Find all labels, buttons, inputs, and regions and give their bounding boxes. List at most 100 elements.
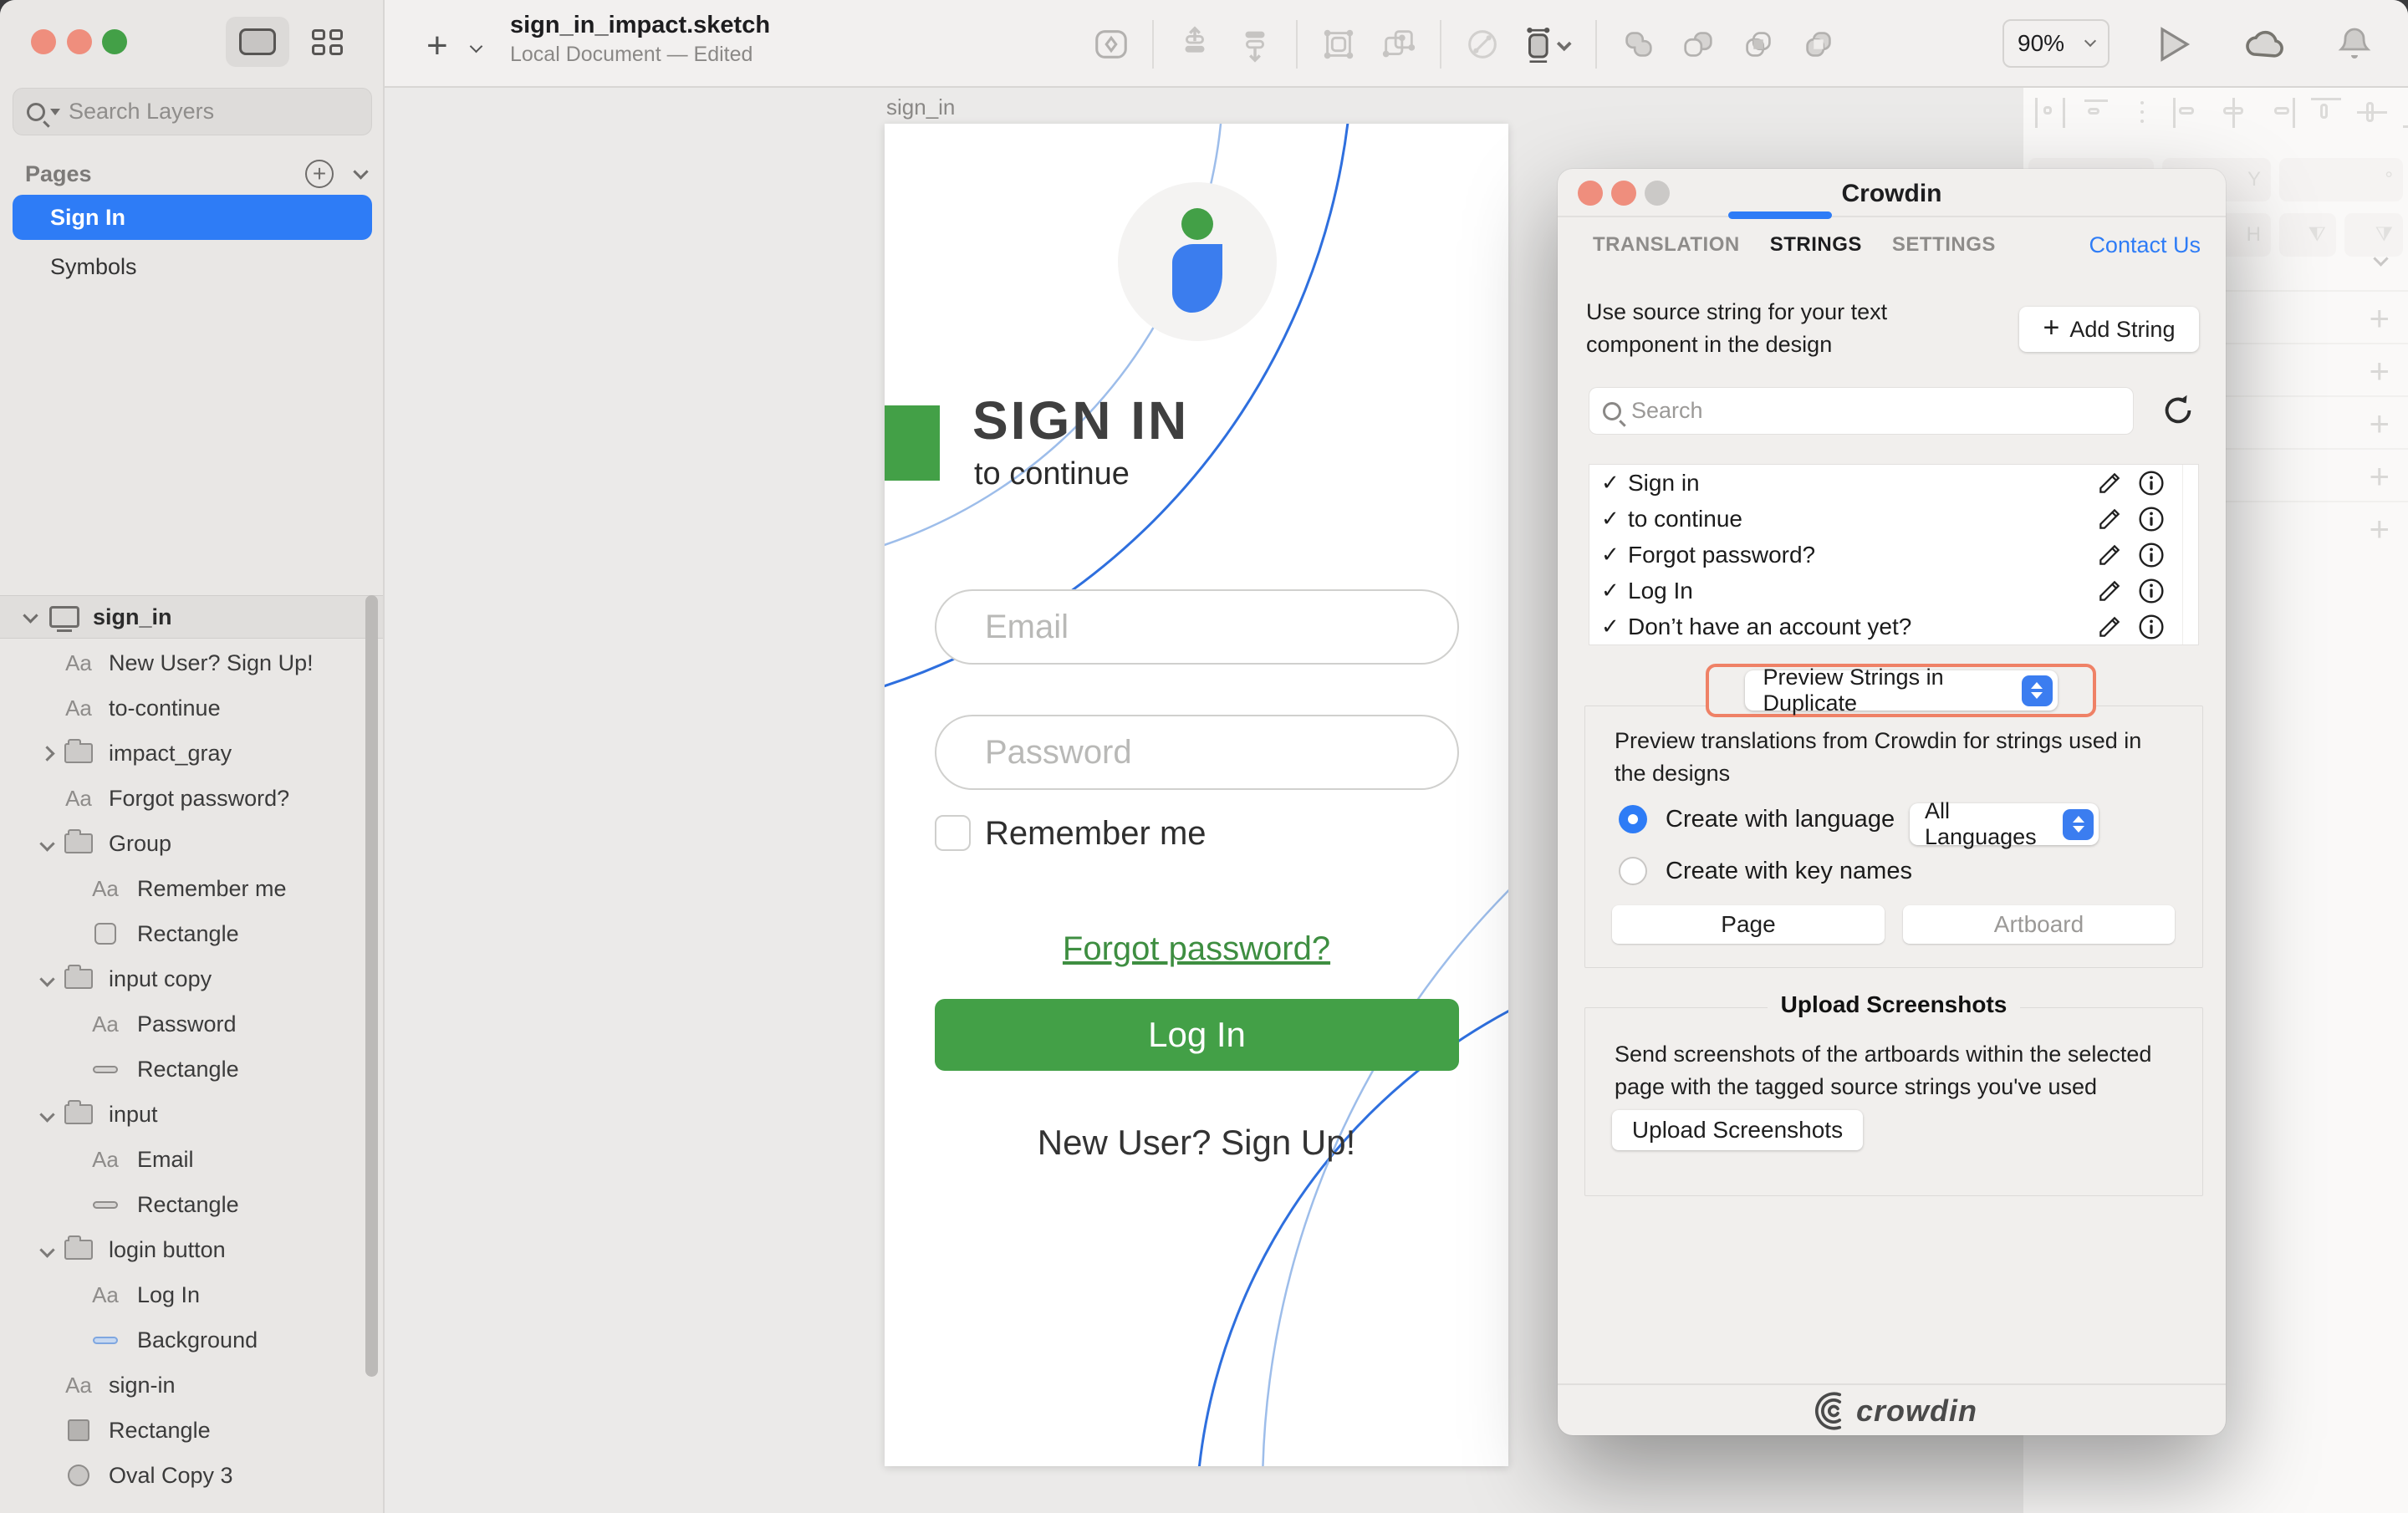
layer-row[interactable]: login button [0, 1227, 383, 1272]
distribute-vertically-icon[interactable] [2081, 98, 2111, 128]
insert-button[interactable]: + [426, 25, 448, 67]
boolean-difference-icon[interactable] [1799, 25, 1838, 64]
add-style-button[interactable]: + [2369, 351, 2390, 391]
layer-row[interactable]: Rectangle [0, 1047, 383, 1092]
layer-row[interactable]: AaRemember me [0, 866, 383, 911]
source-string-row[interactable]: ✓Forgot password? [1589, 537, 2198, 573]
edit-string-icon[interactable] [2096, 578, 2123, 604]
string-info-icon[interactable] [2138, 542, 2165, 568]
email-field[interactable]: Email [935, 589, 1459, 665]
add-string-button[interactable]: + Add String [2019, 307, 2199, 352]
log-in-button[interactable]: Log In [935, 999, 1459, 1071]
cloud-share-button[interactable] [2242, 28, 2286, 61]
create-with-language-radio[interactable] [1619, 805, 1647, 833]
all-languages-dropdown[interactable]: All Languages [1910, 803, 2099, 845]
scale-tool-icon[interactable] [1523, 25, 1574, 64]
tab-translation[interactable]: TRANSLATION [1593, 233, 1740, 257]
plugin-search-input[interactable]: Search [1589, 387, 2134, 435]
add-style-button[interactable]: + [2369, 509, 2390, 549]
align-left-icon[interactable] [2173, 98, 2203, 128]
string-info-icon[interactable] [2138, 614, 2165, 640]
source-string-row[interactable]: ✓Sign in [1589, 465, 2198, 501]
align-top-icon[interactable] [2311, 98, 2341, 128]
password-field[interactable]: Password [935, 715, 1459, 790]
refresh-strings-button[interactable] [2159, 391, 2197, 430]
layer-row[interactable]: AaNew User? Sign Up! [0, 640, 383, 685]
layer-row[interactable]: Aato-continue [0, 685, 383, 731]
layer-row[interactable]: Aasign-in [0, 1363, 383, 1408]
artboard-button[interactable]: Artboard [1903, 905, 2175, 944]
string-info-icon[interactable] [2138, 578, 2165, 604]
upload-screenshots-button[interactable]: Upload Screenshots [1612, 1110, 1863, 1150]
edit-string-icon[interactable] [2096, 470, 2123, 497]
align-bottom-icon[interactable] [2403, 98, 2408, 128]
forgot-password-link[interactable]: Forgot password? [885, 930, 1508, 968]
source-string-row[interactable]: ✓Log In [1589, 573, 2198, 609]
string-info-icon[interactable] [2138, 470, 2165, 497]
more-distribute-icon[interactable] [2127, 98, 2157, 128]
source-string-row[interactable]: ✓to continue [1589, 501, 2198, 537]
add-style-button[interactable]: + [2369, 404, 2390, 444]
remember-me-checkbox[interactable] [935, 815, 971, 851]
flip-horizontal-button[interactable]: ⧨ [2279, 213, 2336, 257]
edit-string-icon[interactable] [2096, 542, 2123, 568]
canvas-view-toggle[interactable] [226, 17, 289, 67]
tab-settings[interactable]: SETTINGS [1892, 233, 1996, 257]
string-info-icon[interactable] [2138, 506, 2165, 532]
create-with-key-names-radio[interactable] [1619, 857, 1647, 885]
add-style-button[interactable]: + [2369, 298, 2390, 339]
collapse-pages-icon[interactable] [353, 164, 368, 179]
bring-forward-icon[interactable] [1176, 25, 1214, 64]
plugin-titlebar[interactable]: Crowdin [1558, 169, 2226, 217]
sidebar-page-sign-in[interactable]: Sign In [13, 195, 372, 240]
contact-us-link[interactable]: Contact Us [2089, 232, 2201, 258]
layer-row[interactable]: Rectangle [0, 911, 383, 956]
edit-string-icon[interactable] [2096, 614, 2123, 640]
sign-in-artboard[interactable]: SIGN IN to continue Email Password Remem… [885, 124, 1508, 1466]
edit-shape-icon[interactable] [1463, 25, 1502, 64]
align-middle-v-icon[interactable] [2357, 98, 2387, 128]
grid-view-toggle[interactable] [298, 17, 356, 67]
layer-row[interactable]: Rectangle [0, 1182, 383, 1227]
page-button[interactable]: Page [1612, 905, 1885, 944]
rotation-field[interactable]: ° [2279, 158, 2403, 201]
layer-row[interactable]: Rectangle [0, 1408, 383, 1453]
collapse-section-icon[interactable] [2375, 253, 2386, 268]
artboard-canvas-label[interactable]: sign_in [886, 94, 955, 120]
send-backward-icon[interactable] [1236, 25, 1274, 64]
layers-artboard-header[interactable]: sign_in [0, 595, 383, 639]
boolean-subtract-icon[interactable] [1679, 25, 1717, 64]
add-style-button[interactable]: + [2369, 456, 2390, 497]
align-center-h-icon[interactable] [2219, 98, 2249, 128]
layer-row[interactable]: Oval Copy 3 [0, 1453, 383, 1498]
minimize-button[interactable] [67, 29, 92, 54]
zoom-level-dropdown[interactable]: 90% [2002, 19, 2110, 68]
layer-row[interactable]: AaEmail [0, 1137, 383, 1182]
tab-strings[interactable]: STRINGS [1770, 233, 1862, 257]
source-string-row[interactable]: ✓Don’t have an account yet? [1589, 609, 2198, 644]
layer-row[interactable]: AaLog In [0, 1272, 383, 1317]
layer-row[interactable]: input copy [0, 956, 383, 1001]
layer-row[interactable]: Group [0, 821, 383, 866]
notifications-bell-button[interactable] [2338, 26, 2371, 63]
layer-row[interactable]: AaForgot password? [0, 776, 383, 821]
preview-play-button[interactable] [2157, 26, 2191, 63]
group-icon[interactable] [1319, 25, 1358, 64]
sign-up-link[interactable]: New User? Sign Up! [885, 1123, 1508, 1163]
zoom-window-button[interactable] [102, 29, 127, 54]
layer-row[interactable]: AaPassword [0, 1001, 383, 1047]
layer-row[interactable]: Background [0, 1317, 383, 1363]
edit-string-icon[interactable] [2096, 506, 2123, 532]
align-right-icon[interactable] [2265, 98, 2295, 128]
boolean-union-icon[interactable] [1619, 25, 1657, 64]
sidebar-page-symbols[interactable]: Symbols [13, 244, 372, 289]
create-symbol-icon[interactable] [1092, 25, 1130, 64]
layer-row[interactable]: impact_gray [0, 731, 383, 776]
preview-strings-dropdown[interactable]: Preview Strings in Duplicate [1745, 670, 2058, 711]
flip-vertical-button[interactable]: ⧩ [2344, 213, 2403, 257]
sidebar-scrollbar[interactable] [365, 595, 378, 1377]
search-layers-input[interactable]: Search Layers [13, 88, 372, 135]
boolean-intersect-icon[interactable] [1739, 25, 1778, 64]
distribute-horizontally-icon[interactable] [2035, 98, 2065, 128]
add-page-button[interactable]: + [305, 160, 334, 188]
